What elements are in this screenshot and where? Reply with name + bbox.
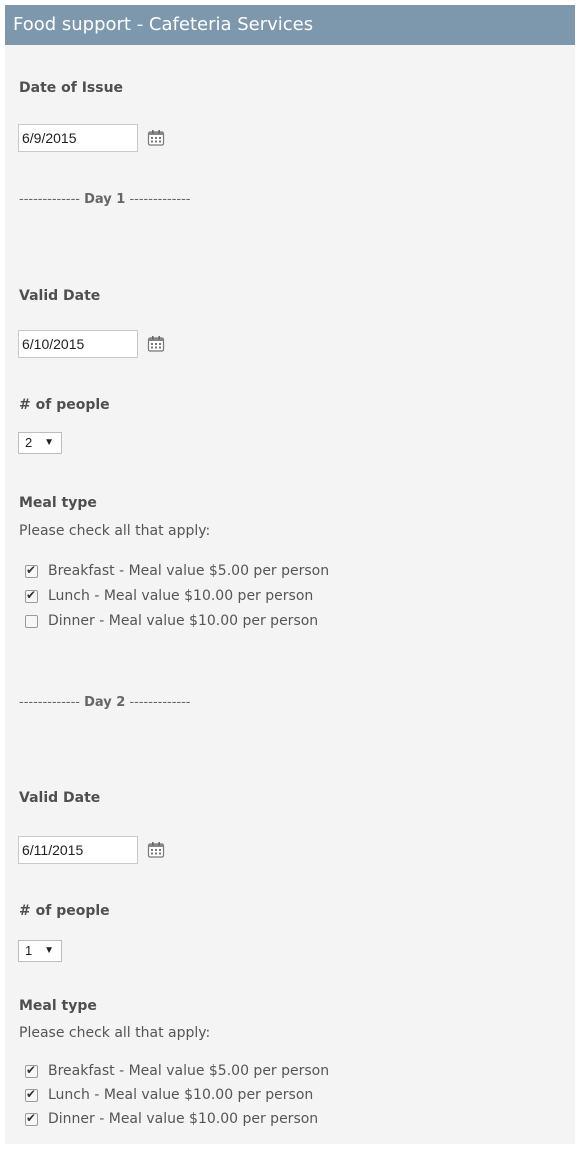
day-1-divider: ------------- Day 1 ------------- (19, 192, 190, 207)
calendar-icon[interactable] (147, 841, 165, 859)
meal-option-breakfast-day-2[interactable]: Breakfast - Meal value $5.00 per person (25, 1061, 329, 1081)
valid-date-input-day-2[interactable]: 6/11/2015 (18, 836, 138, 864)
people-count-value: 1 (25, 943, 33, 958)
people-count-label: # of people (19, 397, 110, 413)
checkbox[interactable] (25, 1087, 38, 1102)
meal-type-label: Meal type (19, 998, 97, 1014)
people-count-select-day-2[interactable]: 1 ▼ (18, 940, 62, 962)
checkbox[interactable] (25, 614, 38, 628)
valid-date-label: Valid Date (19, 288, 101, 304)
chevron-down-icon: ▼ (44, 945, 54, 956)
meal-option-label: Lunch - Meal value $10.00 per person (48, 588, 314, 604)
meal-option-lunch-day-2[interactable]: Lunch - Meal value $10.00 per person (25, 1085, 313, 1105)
day-2-divider: ------------- Day 2 ------------- (19, 695, 190, 710)
meal-option-lunch-day-1[interactable]: Lunch - Meal value $10.00 per person (25, 586, 313, 606)
calendar-icon[interactable] (147, 335, 165, 353)
calendar-icon[interactable] (147, 129, 165, 147)
people-count-value: 2 (25, 435, 33, 450)
meal-type-hint: Please check all that apply: (19, 523, 211, 539)
divider-dashes: ------------- (129, 192, 191, 207)
checkbox[interactable] (25, 563, 38, 578)
day-1-heading: Day 1 (84, 192, 126, 207)
checkbox[interactable] (25, 588, 38, 603)
meal-option-dinner-day-1[interactable]: Dinner - Meal value $10.00 per person (25, 611, 318, 631)
form-panel: Food support - Cafeteria Services Date o… (5, 5, 575, 1144)
meal-type-hint: Please check all that apply: (19, 1025, 211, 1041)
meal-option-label: Dinner - Meal value $10.00 per person (48, 613, 319, 629)
chevron-down-icon: ▼ (44, 437, 54, 448)
meal-option-label: Breakfast - Meal value $5.00 per person (48, 1063, 330, 1079)
people-count-label: # of people (19, 903, 110, 919)
meal-type-label: Meal type (19, 495, 97, 511)
meal-option-label: Breakfast - Meal value $5.00 per person (48, 563, 330, 579)
date-of-issue-input[interactable]: 6/9/2015 (18, 124, 138, 152)
meal-option-label: Dinner - Meal value $10.00 per person (48, 1111, 319, 1127)
people-count-select-day-1[interactable]: 2 ▼ (18, 432, 62, 454)
meal-option-label: Lunch - Meal value $10.00 per person (48, 1087, 314, 1103)
page-title: Food support - Cafeteria Services (5, 5, 575, 45)
meal-option-dinner-day-2[interactable]: Dinner - Meal value $10.00 per person (25, 1109, 318, 1129)
checkbox[interactable] (25, 1063, 38, 1078)
day-2-heading: Day 2 (84, 695, 126, 710)
valid-date-label: Valid Date (19, 790, 101, 806)
divider-dashes: ------------- (19, 192, 80, 207)
divider-dashes: ------------- (129, 695, 191, 710)
valid-date-input-day-1[interactable]: 6/10/2015 (18, 330, 138, 358)
divider-dashes: ------------- (19, 695, 80, 710)
date-of-issue-label: Date of Issue (19, 80, 124, 96)
meal-option-breakfast-day-1[interactable]: Breakfast - Meal value $5.00 per person (25, 561, 329, 581)
checkbox[interactable] (25, 1111, 38, 1126)
